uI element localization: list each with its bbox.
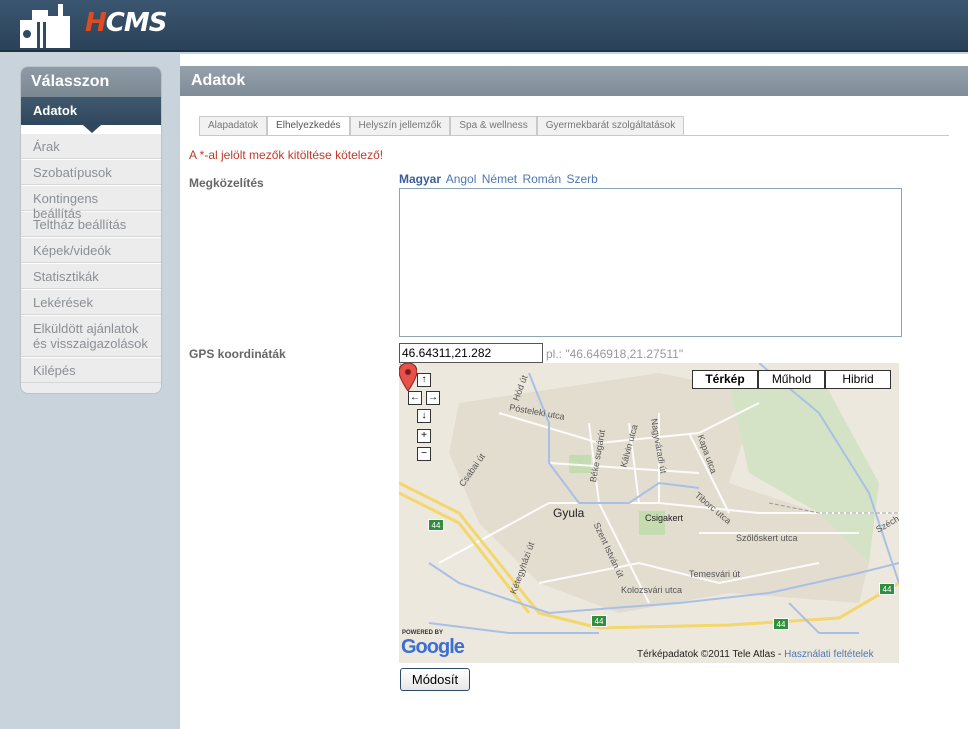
sidebar-item-szobatipusok[interactable]: Szobatípusok [21, 159, 161, 185]
map-type-muhold[interactable]: Műhold [758, 370, 825, 389]
zoom-in-icon[interactable]: + [417, 429, 431, 443]
page-title: Adatok [180, 66, 968, 96]
logo-text-h: H [85, 8, 107, 38]
active-pointer-icon [83, 125, 101, 133]
sidebar-item-statisztikak[interactable]: Statisztikák [21, 263, 161, 289]
sidebar-item-adatok[interactable]: Adatok [21, 97, 161, 133]
gps-label: GPS koordináták [189, 347, 286, 361]
sidebar-item-label: Adatok [33, 103, 78, 118]
road-44-badge: 44 [428, 519, 444, 531]
gps-example-hint: pl.: "46.646918,21.27511" [546, 347, 684, 361]
required-fields-note: A *-al jelölt mezők kitöltése kötelező! [189, 148, 384, 162]
map-label-kolozsvari: Kolozsvári utca [621, 585, 683, 595]
lang-magyar[interactable]: Magyar [399, 172, 441, 186]
pan-down-icon[interactable]: ↓ [417, 409, 431, 423]
lang-angol[interactable]: Angol [446, 172, 477, 186]
sidebar-item-kontingens[interactable]: Kontingens beállítás [21, 185, 161, 221]
pan-right-icon[interactable]: → [426, 391, 440, 405]
zoom-out-icon[interactable]: − [417, 447, 431, 461]
language-selector: Magyar Angol Német Román Szerb [399, 172, 600, 186]
tab-elhelyezkedes[interactable]: Elhelyezkedés [267, 116, 350, 135]
logo-text[interactable]: HCMS [85, 8, 168, 38]
pan-up-icon[interactable]: ↑ [417, 373, 431, 387]
sidebar-item-ajanlatok[interactable]: Elküldött ajánlatok és visszaigazolások [21, 315, 161, 357]
pan-left-icon[interactable]: ← [408, 391, 422, 405]
approach-label: Megközelítés [189, 176, 264, 190]
map-type-hibrid[interactable]: Hibrid [825, 370, 891, 389]
map-type-terkep[interactable]: Térkép [692, 370, 758, 389]
lang-szerb[interactable]: Szerb [566, 172, 597, 186]
lang-roman[interactable]: Román [522, 172, 561, 186]
map-label-szoloskert: Szőlőskert utca [736, 533, 798, 543]
sidebar: Válasszon Adatok Árak Szobatípusok Konti… [20, 66, 162, 394]
main-content: Adatok Alapadatok Elhelyezkedés Helyszín… [180, 54, 968, 729]
sidebar-item-lekeresek[interactable]: Lekérések [21, 289, 161, 315]
location-pin-icon[interactable] [399, 363, 417, 391]
tab-alapadatok[interactable]: Alapadatok [199, 116, 268, 135]
road-44-badge: 44 [591, 615, 607, 627]
road-44-badge: 44 [879, 583, 895, 595]
sidebar-item-arak[interactable]: Árak [21, 133, 161, 159]
map-label-temesvari: Temesvári út [689, 569, 741, 579]
sidebar-title: Válasszon [21, 67, 161, 97]
lang-nemet[interactable]: Német [482, 172, 517, 186]
tab-divider [199, 135, 949, 136]
terms-link[interactable]: Használati feltételek [784, 649, 874, 660]
map-label-csigakert: Csigakert [645, 513, 684, 523]
map-attribution: Térképadatok ©2011 Tele Atlas - Használa… [637, 649, 874, 660]
sidebar-item-kilepes[interactable]: Kilépés [21, 357, 161, 383]
map-label-gyula: Gyula [553, 506, 585, 520]
approach-textarea[interactable] [399, 188, 902, 337]
tab-gyermekbarat[interactable]: Gyermekbarát szolgáltatások [536, 116, 685, 135]
logo-text-rest: CMS [105, 8, 168, 38]
road-44-badge: 44 [773, 618, 789, 630]
google-logo[interactable]: Google [401, 636, 465, 659]
sidebar-item-kepek[interactable]: Képek/videók [21, 237, 161, 263]
modify-button[interactable]: Módosít [400, 668, 470, 691]
tab-spa-wellness[interactable]: Spa & wellness [450, 116, 537, 135]
gps-input[interactable]: 46.64311,21.282 [399, 343, 543, 363]
google-map[interactable]: Térkép Műhold Hibrid ↑ ← → ↓ + − özgy Hó… [399, 363, 899, 663]
building-logo-icon [20, 4, 70, 48]
tab-bar: Alapadatok Elhelyezkedés Helyszín jellem… [199, 116, 685, 135]
tab-helyszin-jellemzok[interactable]: Helyszín jellemzők [349, 116, 451, 135]
top-bar: HCMS [0, 0, 968, 52]
google-logo-text: Google [401, 636, 465, 658]
attribution-text: Térképadatok ©2011 Tele Atlas - [637, 649, 785, 660]
